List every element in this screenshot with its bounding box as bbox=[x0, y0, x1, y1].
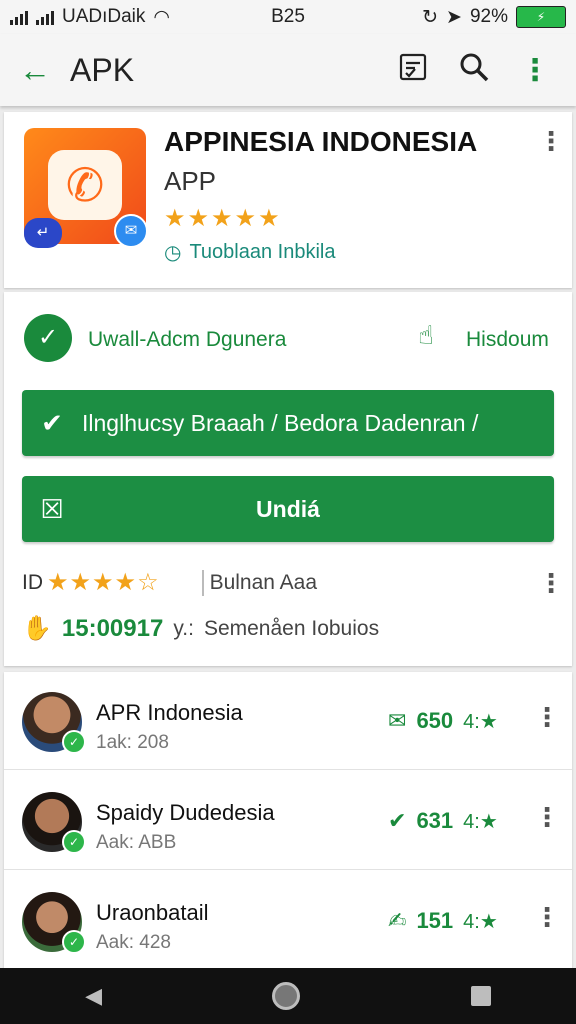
phone-icon: ✆ bbox=[48, 150, 122, 220]
score-suffix: 4:★ bbox=[463, 910, 498, 933]
avatar: ✓ bbox=[22, 792, 86, 854]
review-row[interactable]: ✓ APR Indonesia 1ak: 208 ✉ 650 4:★ ⋮ bbox=[4, 672, 572, 770]
rating-stars: ★★★★☆ bbox=[47, 569, 160, 596]
score-suffix: 4:★ bbox=[463, 810, 498, 833]
rating-prefix: ID bbox=[22, 570, 43, 594]
app-rating-stars: ★★★★★ bbox=[164, 205, 282, 232]
review-row[interactable]: ✓ Uraonbatail Aak: 428 ✍ 151 4:★ ⋮ bbox=[4, 872, 572, 970]
app-name: APPINESIA INDONESIA bbox=[164, 126, 478, 157]
rating-menu-icon[interactable]: ⋮ bbox=[538, 568, 564, 599]
nav-back-icon[interactable]: ◀ bbox=[85, 983, 102, 1009]
search-icon[interactable] bbox=[458, 51, 490, 90]
avatar: ✓ bbox=[22, 692, 86, 754]
verified-icon: ✓ bbox=[62, 830, 86, 854]
signal-icon bbox=[10, 9, 28, 25]
score-value: 631 bbox=[416, 808, 454, 833]
carrier-name: UADıDaik bbox=[62, 6, 146, 27]
secondary-button[interactable]: ☒ Undiá bbox=[22, 476, 554, 542]
review-score: ✔ 631 4:★ bbox=[388, 808, 498, 834]
primary-install-button[interactable]: ✔ Ilnglhucsy Braaah / Bedora Dadenran / bbox=[22, 390, 554, 456]
download-count: 15:00917 bbox=[61, 614, 164, 642]
score-suffix: 4:★ bbox=[463, 710, 498, 733]
status-bar: UADıDaik ◠ B25 ↻ ➤ 92% ⚡ bbox=[0, 0, 576, 34]
status-right: ↻ ➤ 92% ⚡ bbox=[422, 6, 566, 29]
app-menu-icon[interactable]: ⋮ bbox=[538, 126, 564, 157]
badge-check-icon: ✔ bbox=[388, 808, 407, 833]
reviewer-name: Spaidy Dudedesia bbox=[96, 800, 275, 825]
status-time: B25 bbox=[271, 6, 305, 27]
avatar: ✓ bbox=[22, 892, 86, 954]
battery-icon: ⚡ bbox=[516, 6, 566, 28]
rating-aux-text: Bulnan Aaa bbox=[209, 570, 318, 594]
score-value: 151 bbox=[416, 908, 454, 933]
reviewer-meta: Aak: ABB bbox=[96, 832, 177, 853]
battery-percent: 92% bbox=[469, 6, 508, 27]
download-link[interactable]: Hisdoum bbox=[466, 328, 549, 352]
verified-icon: ✓ bbox=[62, 930, 86, 954]
wifi-icon: ◠ bbox=[153, 6, 170, 28]
review-menu-icon[interactable]: ⋮ bbox=[534, 702, 560, 733]
nav-recents-icon[interactable] bbox=[470, 986, 491, 1006]
reviewer-meta: 1ak: 208 bbox=[96, 732, 169, 753]
download-icon[interactable]: ☝ bbox=[418, 320, 434, 351]
system-nav-bar: ◀ bbox=[0, 968, 576, 1024]
review-score: ✉ 650 4:★ bbox=[388, 708, 498, 734]
back-arrow-icon[interactable]: ← bbox=[0, 52, 70, 89]
developer-link[interactable]: ◷ Tuoblaan Inbkila bbox=[164, 240, 335, 265]
reviews-card: ✓ APR Indonesia 1ak: 208 ✉ 650 4:★ ⋮ ✓ S… bbox=[4, 672, 572, 970]
review-score: ✍ 151 4:★ bbox=[388, 908, 498, 934]
review-menu-icon[interactable]: ⋮ bbox=[534, 902, 560, 933]
install-status: Uwall-Adcm Dgunera bbox=[88, 328, 287, 351]
review-menu-icon[interactable]: ⋮ bbox=[534, 802, 560, 833]
status-left: UADıDaik ◠ bbox=[10, 6, 170, 29]
primary-button-label: Ilnglhucsy Braaah / Bedora Dadenran / bbox=[82, 409, 479, 436]
app-subtitle: APP bbox=[164, 166, 217, 196]
download-note: Semenåen Iobuios bbox=[203, 616, 380, 640]
reviewer-name: Uraonbatail bbox=[96, 900, 209, 925]
checklist-icon[interactable] bbox=[398, 52, 428, 89]
app-header-card: ✆ ↵ ✉ APPINESIA INDONESIA APP ★★★★★ ◷ Tu… bbox=[4, 112, 572, 288]
verified-icon: ✓ bbox=[62, 730, 86, 754]
verified-check-icon: ✓ bbox=[24, 314, 72, 362]
location-icon: ➤ bbox=[446, 6, 462, 28]
sync-icon: ↻ bbox=[422, 6, 439, 28]
reviewer-name: APR Indonesia bbox=[96, 700, 243, 725]
download-suffix: y.: bbox=[173, 616, 194, 640]
app-logo: ✆ ↵ ✉ bbox=[24, 128, 148, 248]
mail-icon: ✉ bbox=[114, 214, 148, 248]
toolbar-title: APK bbox=[70, 51, 135, 88]
thumbs-up-icon: ✋ bbox=[22, 615, 52, 642]
app-toolbar: ← APK ⋮ bbox=[0, 34, 576, 106]
install-card: ✓ Uwall-Adcm Dgunera ☝ Hisdoum ✔ Ilnglhu… bbox=[4, 292, 572, 666]
developer-name: Tuoblaan Inbkila bbox=[189, 241, 336, 263]
rating-row: ID ★★★★☆ Bulnan Aaa bbox=[22, 568, 317, 597]
divider bbox=[201, 569, 204, 596]
mail-check-icon: ✉ bbox=[388, 708, 407, 733]
score-value: 650 bbox=[416, 708, 454, 733]
downloads-row: ✋ 15:00917 y.: Semenåen Iobuios bbox=[22, 614, 379, 643]
badge-icon: ↵ bbox=[24, 218, 62, 248]
hand-icon: ✍ bbox=[388, 908, 407, 933]
overflow-menu-icon[interactable]: ⋮ bbox=[520, 53, 550, 88]
nav-home-icon[interactable] bbox=[272, 982, 301, 1010]
signal-icon-2 bbox=[36, 9, 54, 25]
reviewer-meta: Aak: 428 bbox=[96, 932, 171, 953]
clock-icon: ◷ bbox=[164, 242, 182, 264]
secondary-button-label: Undiá bbox=[256, 495, 320, 522]
review-row[interactable]: ✓ Spaidy Dudedesia Aak: ABB ✔ 631 4:★ ⋮ bbox=[4, 772, 572, 870]
edit-check-icon: ✔ bbox=[41, 407, 63, 438]
